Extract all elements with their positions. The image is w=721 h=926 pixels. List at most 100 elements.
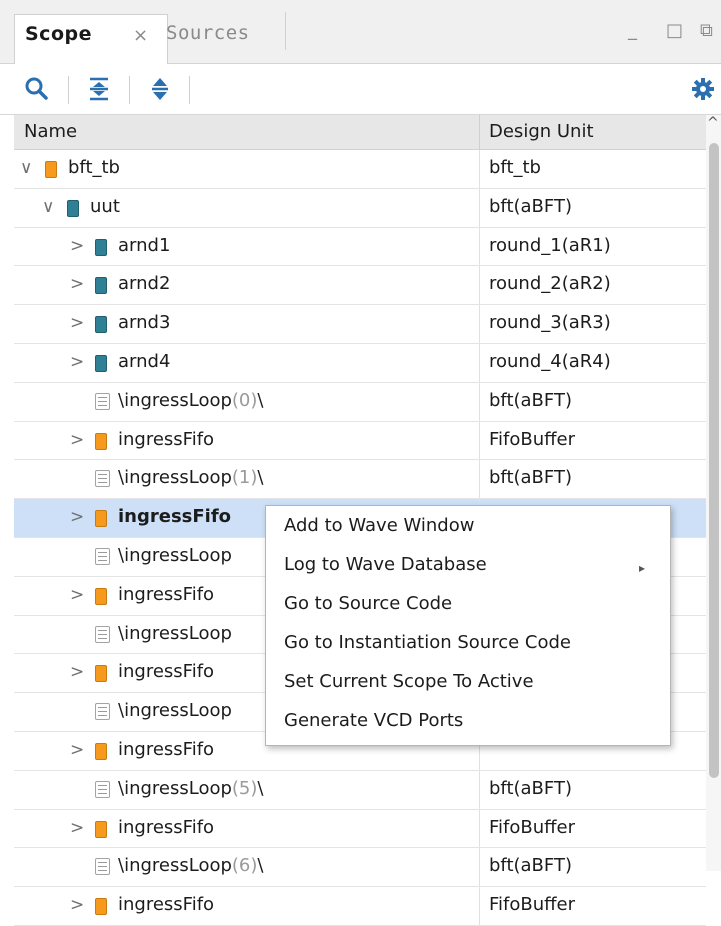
collapse-all-icon[interactable] [86,76,112,102]
menu-item-set-current-scope-to-active[interactable]: Set Current Scope To Active [284,671,534,692]
scrollbar-thumb[interactable] [709,143,719,778]
scope-name: ingressFifo [118,661,214,682]
scope-name-text: \ingressLoop [118,467,232,489]
table-row[interactable]: \ingressLoop(0)\ bft(aBFT) [14,382,706,422]
scope-name-text: \ingressLoop [118,777,232,799]
column-header-name[interactable]: Name [24,121,77,142]
name-cell: \ingressLoop(0)\ [14,382,480,421]
design-unit-cell: round_3(aR3) [489,312,611,334]
process-icon [95,858,110,876]
menu-item-add-to-wave-window[interactable]: Add to Wave Window [284,515,474,536]
expand-chevron-icon[interactable]: > [70,274,84,294]
scope-name-text: \ingressLoop [118,700,232,722]
scope-name-text: arnd3 [118,312,171,334]
entity-icon [95,354,107,372]
expand-chevron-icon[interactable]: > [70,236,84,256]
toolbar-divider [68,76,69,104]
submenu-arrow-icon: ▸ [639,561,646,575]
process-icon [95,392,110,410]
name-cell: > arnd4 [14,343,480,382]
scope-name-text: arnd2 [118,273,171,295]
design-unit-cell: round_1(aR1) [489,234,611,256]
scope-index: (1) [231,467,258,489]
tab-scope-label: Scope [25,23,92,45]
expand-chevron-icon[interactable]: > [70,895,84,915]
table-row[interactable]: > ingressFifo FifoBuffer [14,809,706,849]
module-icon [95,432,107,450]
table-row[interactable]: \ingressLoop(5)\ bft(aBFT) [14,770,706,810]
design-unit-cell: round_2(aR2) [489,273,611,295]
expand-chevron-icon[interactable]: > [70,507,84,527]
tab-sources[interactable]: Sources [166,14,284,62]
float-window-icon[interactable]: ⧉ [700,20,713,41]
scope-name-text: bft_tb [68,157,120,178]
entity-icon [95,316,107,334]
table-row[interactable]: > ingressFifo FifoBuffer [14,887,706,926]
scope-name-text: ingressFifo [118,661,215,683]
name-cell: > arnd1 [14,227,480,266]
menu-item-log-to-wave-database[interactable]: Log to Wave Database [284,554,487,575]
table-row[interactable]: > arnd1 round_1(aR1) [14,227,706,267]
context-menu: Add to Wave Window Log to Wave Database … [265,505,671,746]
table-row[interactable]: \ingressLoop(6)\ bft(aBFT) [14,848,706,888]
column-header-design-unit[interactable]: Design Unit [489,121,594,142]
scope-name-text: arnd4 [118,350,171,372]
scope-name: arnd4 [118,351,170,372]
name-cell: > ingressFifo [14,421,480,460]
table-row[interactable]: ∨ bft_tb bft_tb [14,150,706,189]
minimize-icon[interactable]: _ [628,20,637,41]
process-icon [95,703,110,721]
column-divider[interactable] [479,115,480,149]
scope-name: \ingressLoop [118,700,232,721]
settings-icon[interactable] [690,76,716,102]
module-icon [95,820,107,838]
process-icon [95,470,110,488]
tab-scope[interactable]: Scope × [14,14,168,64]
name-cell: > ingressFifo [14,809,480,848]
expand-chevron-icon[interactable]: > [70,313,84,333]
maximize-icon[interactable]: □ [666,20,683,41]
name-cell: > ingressFifo [14,887,480,925]
close-tab-icon[interactable]: × [133,25,148,46]
menu-item-generate-vcd-ports[interactable]: Generate VCD Ports [284,710,463,731]
scope-name-suffix: \ [257,389,264,411]
scope-name: \ingressLoop [118,545,232,566]
expand-chevron-icon[interactable]: > [70,430,84,450]
module-icon [95,510,107,528]
menu-item-go-to-instantiation-source-code[interactable]: Go to Instantiation Source Code [284,632,571,653]
table-row[interactable]: > ingressFifo FifoBuffer [14,421,706,461]
module-icon [95,587,107,605]
tab-sources-label: Sources [166,22,250,44]
scope-name-text: ingressFifo [118,738,215,760]
design-unit-cell: bft(aBFT) [489,777,572,799]
tab-divider [285,12,286,50]
expand-chevron-icon[interactable]: > [70,585,84,605]
expand-all-icon[interactable] [147,76,173,102]
process-icon [95,625,110,643]
scope-name-text: ingressFifo [118,428,215,450]
tab-bar: Scope × Sources _ □ ⧉ [0,0,721,64]
scope-name: bft_tb [68,157,120,178]
menu-item-go-to-source-code[interactable]: Go to Source Code [284,593,452,614]
scope-name: ingressFifo [118,429,214,450]
table-row[interactable]: ∨ uut bft(aBFT) [14,188,706,228]
table-row[interactable]: \ingressLoop(1)\ bft(aBFT) [14,460,706,500]
search-icon[interactable] [24,76,50,102]
scope-name: \ingressLoop(0)\ [118,390,263,411]
scope-name-text: arnd1 [118,234,171,256]
collapse-chevron-icon[interactable]: ∨ [42,197,54,217]
scope-name-text: ingressFifo [118,894,215,916]
expand-chevron-icon[interactable]: > [70,352,84,372]
design-unit-cell: FifoBuffer [489,816,576,838]
table-row[interactable]: > arnd3 round_3(aR3) [14,305,706,344]
expand-chevron-icon[interactable]: > [70,818,84,838]
entity-icon [67,199,79,217]
vertical-scrollbar[interactable]: ^ [706,115,721,871]
expand-chevron-icon[interactable]: > [70,662,84,682]
scope-name-text: uut [90,195,120,217]
expand-chevron-icon[interactable]: > [70,740,84,760]
table-row[interactable]: > arnd2 round_2(aR2) [14,266,706,306]
collapse-chevron-icon[interactable]: ∨ [20,158,32,178]
table-row[interactable]: > arnd4 round_4(aR4) [14,343,706,383]
scroll-up-icon[interactable]: ^ [707,115,719,131]
